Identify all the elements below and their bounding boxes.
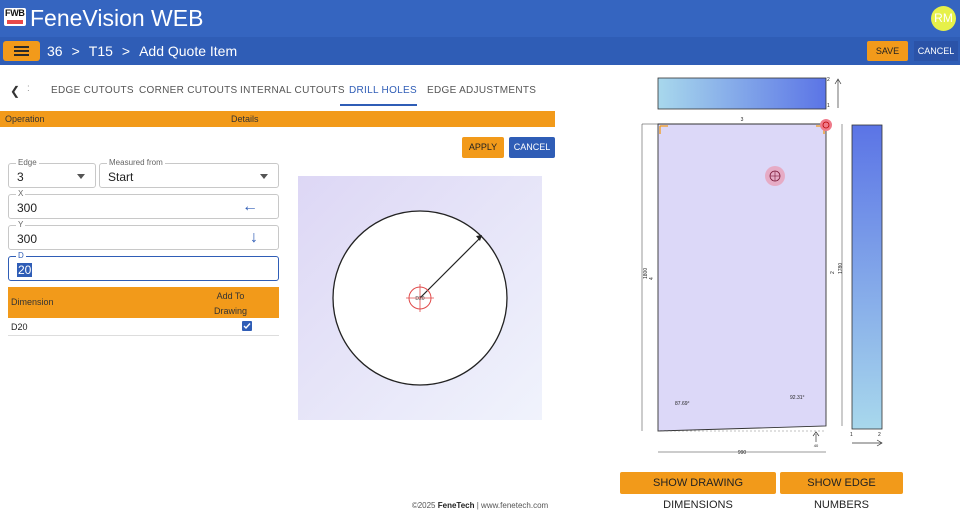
svg-text:1: 1 xyxy=(827,103,830,109)
side-edge-strip xyxy=(851,124,883,430)
breadcrumb-item[interactable]: 36 xyxy=(47,43,63,59)
breadcrumb-item[interactable]: T15 xyxy=(89,43,113,59)
show-drawing-dimensions-button[interactable]: SHOW DRAWING DIMENSIONS xyxy=(620,472,776,511)
breadcrumb-separator: > xyxy=(71,43,80,59)
hole-preview-canvas: D20 xyxy=(332,210,508,386)
check-icon xyxy=(243,323,251,330)
tab-internal-cutouts[interactable]: INTERNAL CUTOUTS xyxy=(240,85,345,96)
avatar[interactable]: RM xyxy=(931,6,956,31)
column-header-details: Details xyxy=(231,114,259,124)
diameter-field[interactable]: D 20 xyxy=(8,251,279,281)
breadcrumb-separator: > xyxy=(121,43,131,59)
x-value: 300 xyxy=(17,201,38,215)
tab-overflow-indicator: : xyxy=(27,83,30,94)
chevron-left-icon[interactable]: ❮ xyxy=(10,84,20,98)
save-button[interactable]: SAVE xyxy=(867,41,908,61)
footer-copyright: ©2025 xyxy=(411,501,436,510)
apply-button[interactable]: APPLY xyxy=(462,137,504,158)
tab-edge-cutouts[interactable]: EDGE CUTOUTS xyxy=(51,85,134,96)
show-edge-numbers-button[interactable]: SHOW EDGE NUMBERS xyxy=(780,472,903,511)
svg-text:2: 2 xyxy=(827,77,830,83)
right-height-label: 1780 xyxy=(838,263,844,274)
header-cancel-button[interactable]: CANCEL xyxy=(914,41,958,61)
hole-label: D20 xyxy=(415,296,424,302)
glass-panel xyxy=(657,123,827,432)
add-to-drawing-checkbox[interactable] xyxy=(242,321,252,331)
edge-select[interactable]: Edge 3 xyxy=(8,158,96,188)
diameter-label: D xyxy=(16,251,26,260)
measured-from-select[interactable]: Measured from Start xyxy=(99,158,279,188)
arrow-down-icon: ↓ xyxy=(250,229,258,246)
dimension-value: D20 xyxy=(11,322,28,332)
column-header-add-to: Add To xyxy=(216,291,245,301)
column-header-dimension: Dimension xyxy=(11,297,54,307)
diameter-value: 20 xyxy=(17,263,33,277)
app-header: FWB FeneVision WEB RM xyxy=(0,0,960,37)
breadcrumb-bar: 36 > T15 > Add Quote Item SAVE CANCEL xyxy=(0,37,960,65)
active-tab-indicator xyxy=(340,104,417,106)
arrow-left-icon: ← xyxy=(242,198,258,215)
bottom-offset-label: 40 xyxy=(814,443,819,448)
footer-brand: FeneTech xyxy=(437,501,475,510)
angle-right-label: 92.31° xyxy=(790,395,805,401)
chevron-down-icon xyxy=(260,174,268,179)
logo-text: FWB xyxy=(5,8,25,18)
tab-edge-adjustments[interactable]: EDGE ADJUSTMENTS xyxy=(427,85,536,96)
measured-from-label: Measured from xyxy=(107,158,165,167)
column-header-operation: Operation xyxy=(5,114,45,124)
x-field[interactable]: X 300 ← xyxy=(8,189,279,219)
tab-corner-cutouts[interactable]: CORNER CUTOUTS xyxy=(139,85,237,96)
measured-from-value: Start xyxy=(108,170,134,184)
column-header-drawing: Drawing xyxy=(214,306,248,316)
edge-label: Edge xyxy=(16,158,39,167)
corner-point-marker xyxy=(820,119,832,131)
bottom-width-label: 990 xyxy=(738,450,747,456)
dimension-table-header: Dimension Add To Drawing xyxy=(8,287,279,318)
menu-button[interactable] xyxy=(3,41,40,61)
table-row: D20 xyxy=(8,318,279,336)
operations-table-header: Operation Details xyxy=(0,111,555,127)
y-field[interactable]: Y 300 ↓ xyxy=(8,220,279,250)
edge-value: 3 xyxy=(17,170,24,184)
x-label: X xyxy=(16,189,26,198)
left-edge-label: 4 xyxy=(649,277,655,280)
footer-site: | www.fenetech.com xyxy=(476,501,549,510)
top-edge-strip xyxy=(657,77,827,110)
breadcrumb: 36 > T15 > Add Quote Item xyxy=(47,43,237,59)
chevron-down-icon xyxy=(77,174,85,179)
tab-drill-holes[interactable]: DRILL HOLES xyxy=(349,85,417,96)
svg-text:1: 1 xyxy=(850,432,853,438)
footer: ©2025 FeneTech | www.fenetech.com xyxy=(0,501,960,510)
right-edge-label: 2 xyxy=(830,271,836,274)
glass-drawing: 2 1 3 1800 4 2 1780 1 2 87.69° 92.31° 99… xyxy=(620,74,950,464)
cancel-button[interactable]: CANCEL xyxy=(509,137,555,158)
svg-text:2: 2 xyxy=(878,432,881,438)
hamburger-icon xyxy=(14,46,29,48)
top-width-label: 3 xyxy=(741,117,744,123)
y-label: Y xyxy=(16,220,26,229)
app-logo: FWB xyxy=(4,8,26,26)
angle-left-label: 87.69° xyxy=(675,401,690,407)
hole-preview: D20 xyxy=(298,176,542,420)
tab-bar: ❮ : EDGE CUTOUTS CORNER CUTOUTS INTERNAL… xyxy=(0,78,560,106)
breadcrumb-current: Add Quote Item xyxy=(139,43,238,59)
y-value: 300 xyxy=(17,232,38,246)
glass-drawing-canvas: 2 1 3 1800 4 2 1780 1 2 87.69° 92.31° 99… xyxy=(641,77,883,456)
app-title: FeneVision WEB xyxy=(30,5,204,31)
